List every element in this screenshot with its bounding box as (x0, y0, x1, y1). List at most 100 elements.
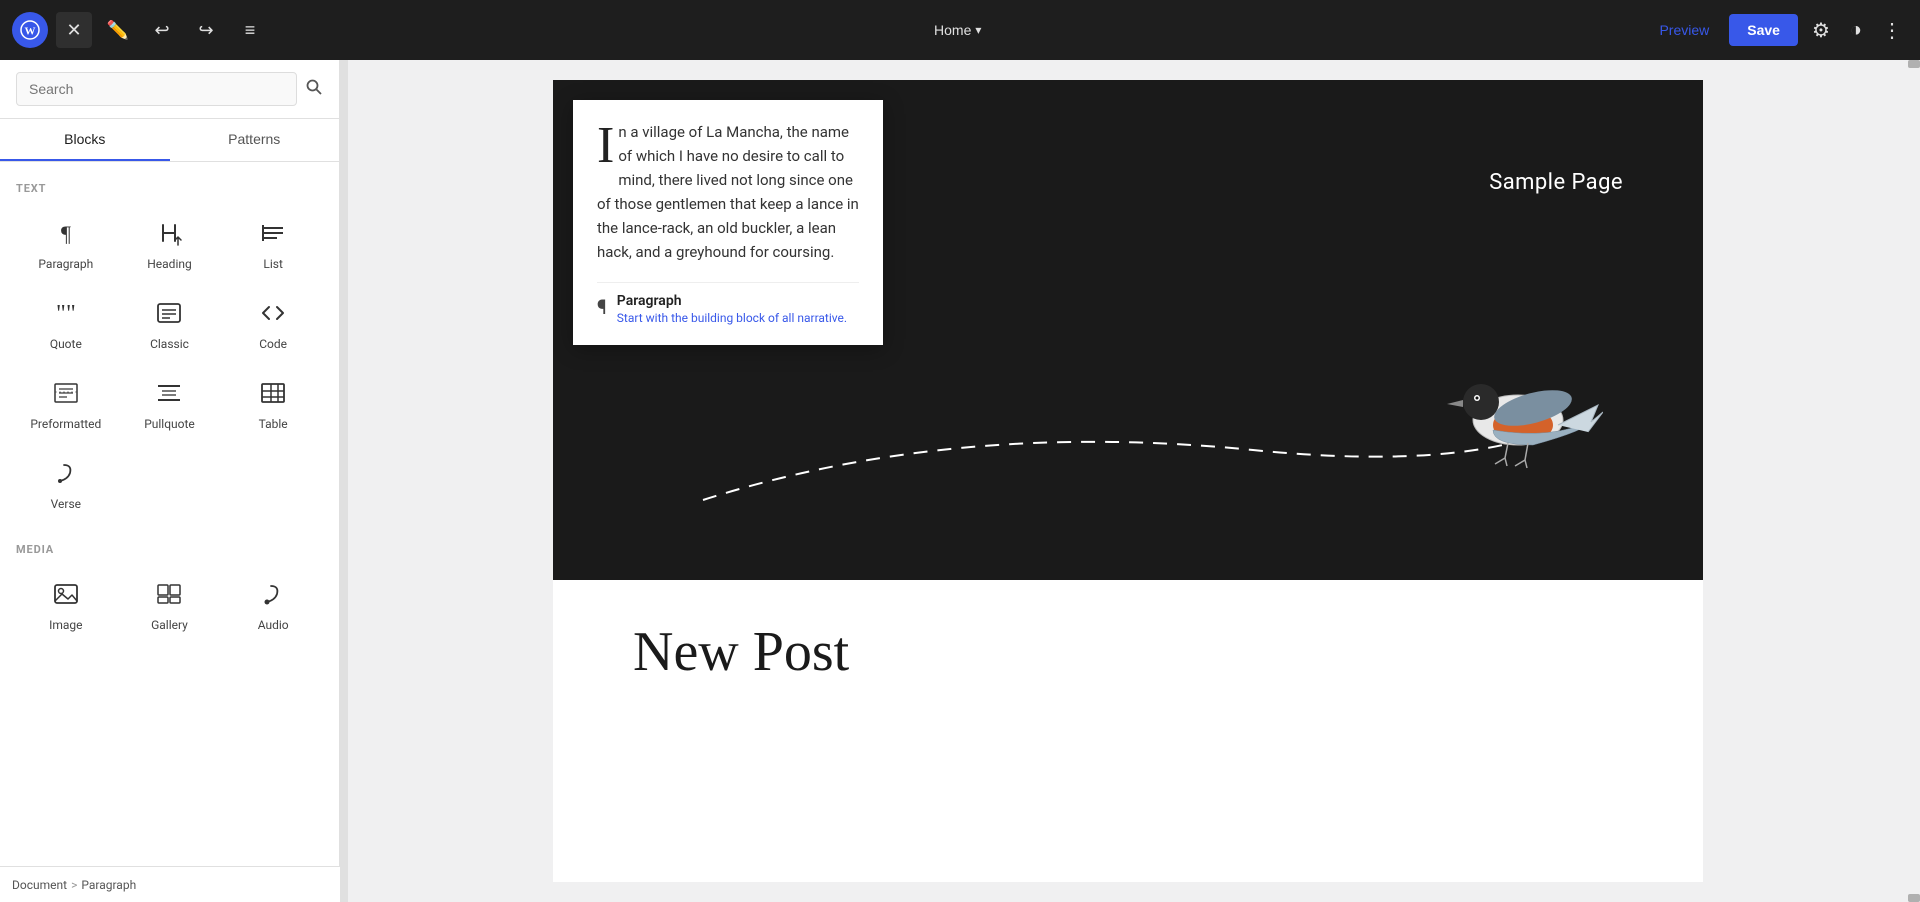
content-text: I n a village of La Mancha, the name of … (597, 120, 859, 264)
heading-icon (155, 219, 183, 251)
close-button[interactable]: ✕ (56, 12, 92, 48)
table-icon (259, 379, 287, 411)
undo-icon: ↩ (154, 20, 169, 41)
audio-icon (259, 580, 287, 612)
dropcap: I (597, 124, 614, 168)
search-input[interactable] (16, 72, 297, 106)
contrast-icon: ◑ (1850, 19, 1862, 42)
block-label-classic: Classic (150, 337, 189, 351)
svg-text:": " (66, 301, 76, 327)
preview-button[interactable]: Preview (1647, 16, 1721, 44)
tooltip-title: Paragraph (617, 293, 847, 309)
nav-chevron-icon: ▾ (975, 23, 981, 37)
block-item-image[interactable]: Image (16, 568, 116, 644)
close-icon: ✕ (66, 20, 81, 41)
block-item-verse[interactable]: Verse (16, 447, 116, 523)
canvas-wrapper[interactable]: Sample Page I n a village of La Mancha, … (348, 60, 1908, 902)
nav-home-button[interactable]: Home ▾ (922, 16, 993, 44)
text-section-label: TEXT (16, 182, 323, 195)
menu-button[interactable]: ≡ (232, 12, 268, 48)
canvas: Sample Page I n a village of La Mancha, … (553, 80, 1703, 882)
wordpress-logo: W (12, 12, 48, 48)
post-title[interactable]: New Post (633, 620, 1623, 684)
block-item-preformatted[interactable]: Preformatted (16, 367, 116, 443)
contrast-button[interactable]: ◑ (1844, 13, 1868, 48)
more-options-button[interactable]: ⋮ (1876, 12, 1908, 49)
block-label-image: Image (49, 618, 82, 632)
block-label-audio: Audio (258, 618, 289, 632)
block-item-heading[interactable]: Heading (120, 207, 220, 283)
tab-blocks[interactable]: Blocks (0, 119, 170, 161)
block-label-list: List (263, 257, 283, 271)
layout: Blocks Patterns TEXT ¶ Paragraph (0, 0, 1920, 902)
block-item-pullquote[interactable]: Pullquote (120, 367, 220, 443)
search-button[interactable] (305, 78, 323, 101)
content-popup[interactable]: I n a village of La Mancha, the name of … (573, 100, 883, 345)
block-item-classic[interactable]: Classic (120, 287, 220, 363)
list-icon (259, 219, 287, 251)
topbar: W ✕ ✏️ ↩ ↪ ≡ Home ▾ Preview Save ⚙ ◑ (0, 0, 1920, 60)
topbar-left-actions: W ✕ ✏️ ↩ ↪ ≡ (12, 12, 268, 48)
redo-icon: ↪ (198, 20, 213, 41)
quote-icon: " " (52, 299, 80, 331)
below-hero[interactable]: New Post (553, 580, 1703, 724)
pencil-icon: ✏️ (107, 20, 129, 41)
breadcrumb: Document > Paragraph (0, 866, 340, 902)
save-button[interactable]: Save (1729, 14, 1798, 46)
canvas-scrollthumb-bottom (1908, 894, 1920, 902)
block-label-table: Table (259, 417, 288, 431)
dashed-line-svg (653, 400, 1553, 520)
block-label-gallery: Gallery (151, 618, 188, 632)
nav-home-label: Home (934, 22, 971, 38)
bird-image (1433, 350, 1603, 480)
undo-button[interactable]: ↩ (144, 12, 180, 48)
sidebar: Blocks Patterns TEXT ¶ Paragraph (0, 60, 340, 902)
tools-button[interactable]: ✏️ (100, 12, 136, 48)
topbar-right-actions: Preview Save ⚙ ◑ ⋮ (1647, 12, 1908, 49)
more-icon: ⋮ (1882, 18, 1902, 43)
breadcrumb-document[interactable]: Document (12, 878, 67, 892)
svg-text:¶: ¶ (61, 221, 71, 246)
tab-patterns[interactable]: Patterns (170, 119, 340, 161)
sample-page-text: Sample Page (1489, 170, 1623, 195)
svg-text:W: W (25, 26, 36, 38)
block-item-table[interactable]: Table (223, 367, 323, 443)
main-area: Sample Page I n a village of La Mancha, … (340, 60, 1920, 902)
topbar-center: Home ▾ (268, 16, 1647, 44)
menu-icon: ≡ (245, 20, 256, 41)
hero-section[interactable]: Sample Page I n a village of La Mancha, … (553, 80, 1703, 580)
tooltip-desc: Start with the building block of all nar… (617, 311, 847, 325)
tooltip-content: Paragraph Start with the building block … (617, 293, 847, 325)
content-body: n a village of La Mancha, the name of wh… (597, 123, 859, 261)
block-item-quote[interactable]: " " Quote (16, 287, 116, 363)
block-item-list[interactable]: List (223, 207, 323, 283)
gallery-icon (155, 580, 183, 612)
svg-text:": " (56, 301, 66, 327)
pullquote-icon (155, 379, 183, 411)
block-label-verse: Verse (51, 497, 81, 511)
block-label-code: Code (259, 337, 287, 351)
block-item-gallery[interactable]: Gallery (120, 568, 220, 644)
block-item-audio[interactable]: Audio (223, 568, 323, 644)
search-icon (305, 78, 323, 101)
block-item-paragraph[interactable]: ¶ Paragraph (16, 207, 116, 283)
block-label-preformatted: Preformatted (30, 417, 101, 431)
paragraph-icon: ¶ (52, 219, 80, 251)
image-icon (52, 580, 80, 612)
sidebar-content: TEXT ¶ Paragraph (0, 162, 339, 902)
resize-handle[interactable] (340, 60, 348, 902)
settings-button[interactable]: ⚙ (1806, 12, 1836, 49)
verse-icon (52, 459, 80, 491)
redo-button[interactable]: ↪ (188, 12, 224, 48)
block-label-quote: Quote (50, 337, 82, 351)
block-item-code[interactable]: Code (223, 287, 323, 363)
breadcrumb-paragraph[interactable]: Paragraph (81, 878, 136, 892)
preformatted-icon (52, 379, 80, 411)
tab-bar: Blocks Patterns (0, 119, 339, 162)
paragraph-tooltip-icon: ¶ (597, 295, 607, 319)
canvas-scrolltrack[interactable] (1908, 60, 1920, 902)
code-icon (259, 299, 287, 331)
block-label-heading: Heading (147, 257, 192, 271)
gear-icon: ⚙ (1812, 18, 1830, 43)
block-label-pullquote: Pullquote (144, 417, 195, 431)
